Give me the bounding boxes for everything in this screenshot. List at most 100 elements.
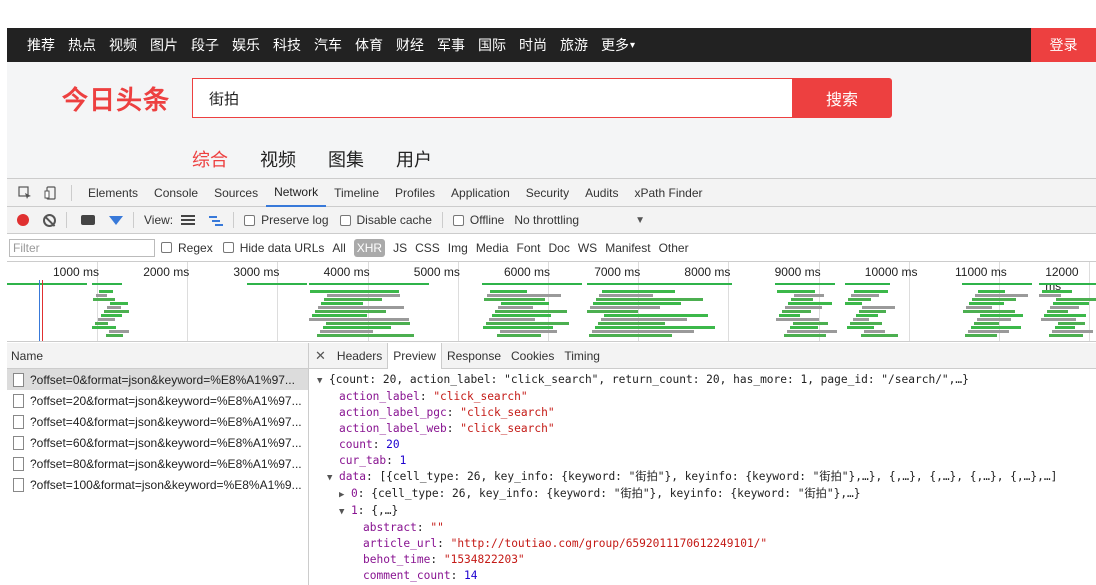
expanded-triangle-icon[interactable]: ▼ (317, 373, 329, 389)
table-row[interactable]: ?offset=80&format=json&keyword=%E8%A1%97… (7, 453, 308, 474)
json-row-item-1[interactable]: ▼ 1: {,…} (309, 503, 1096, 520)
type-filter-all[interactable]: All (332, 241, 345, 255)
record-icon[interactable] (17, 214, 29, 226)
device-toggle-icon[interactable] (43, 185, 59, 201)
expanded-triangle-icon[interactable]: ▼ (327, 470, 339, 486)
login-button[interactable]: 登录 (1031, 28, 1096, 62)
top-nav-item[interactable]: 时尚 (519, 35, 547, 55)
type-filter-doc[interactable]: Doc (549, 241, 570, 255)
list-view-icon[interactable] (181, 215, 196, 225)
devtools-tab-console[interactable]: Console (146, 179, 206, 207)
type-filter-ws[interactable]: WS (578, 241, 597, 255)
request-name: ?offset=60&format=json&keyword=%E8%A1%97… (30, 435, 302, 450)
clear-icon[interactable] (43, 213, 56, 227)
type-filter-js[interactable]: JS (393, 241, 407, 255)
type-filter-manifest[interactable]: Manifest (605, 241, 650, 255)
devtools-tab-audits[interactable]: Audits (577, 179, 626, 207)
detail-tab-headers[interactable]: Headers (332, 343, 387, 369)
table-row[interactable]: ?offset=100&format=json&keyword=%E8%A1%9… (7, 474, 308, 495)
top-nav-item[interactable]: 国际 (478, 35, 506, 55)
type-filter-font[interactable]: Font (517, 241, 541, 255)
devtools-tab-security[interactable]: Security (518, 179, 577, 207)
detail-tab-list: Headers Preview Response Cookies Timing (332, 342, 605, 369)
tab-comprehensive[interactable]: 综合 (192, 146, 228, 172)
type-filter-css[interactable]: CSS (415, 241, 440, 255)
top-nav-item[interactable]: 体育 (355, 35, 383, 55)
timeline-request-bar (98, 318, 116, 321)
search-button[interactable]: 搜索 (792, 78, 892, 118)
devtools-tab-xpath-finder[interactable]: xPath Finder (626, 179, 710, 207)
logo[interactable]: 今日头条 (62, 80, 170, 117)
regex-checkbox[interactable]: Regex (161, 241, 213, 255)
expanded-triangle-icon[interactable]: ▼ (339, 504, 351, 520)
detail-tab-timing[interactable]: Timing (559, 343, 605, 369)
top-nav-item[interactable]: 汽车 (314, 35, 342, 55)
timeline-request-bar (321, 302, 363, 305)
json-root-row[interactable]: ▼ {count: 20, action_label: "click_search… (309, 372, 1096, 389)
top-nav-item[interactable]: 图片 (150, 35, 178, 55)
devtools-tab-sources[interactable]: Sources (206, 179, 266, 207)
top-nav-item[interactable]: 娱乐 (232, 35, 260, 55)
tab-gallery[interactable]: 图集 (328, 146, 364, 172)
devtools-tab-application[interactable]: Application (443, 179, 518, 207)
top-nav-item[interactable]: 推荐 (27, 35, 55, 55)
filter-input[interactable]: Filter (9, 238, 155, 257)
timeline-request-bar (965, 334, 998, 337)
type-filter-xhr[interactable]: XHR (353, 238, 386, 257)
hide-data-urls-checkbox[interactable]: Hide data URLs (222, 241, 324, 255)
network-overview-timeline[interactable]: 1000 ms 2000 ms 3000 ms 4000 ms 5000 ms 6000 … (7, 262, 1096, 342)
request-name: ?offset=0&format=json&keyword=%E8%A1%97.… (30, 372, 295, 387)
json-row: article_url: "http://toutiao.com/group/6… (363, 537, 768, 550)
collapsed-triangle-icon[interactable]: ▶ (339, 487, 351, 503)
json-key: count (339, 438, 373, 451)
detail-tab-preview[interactable]: Preview (387, 342, 442, 369)
table-row[interactable]: ?offset=20&format=json&keyword=%E8%A1%97… (7, 390, 308, 411)
type-filter-img[interactable]: Img (448, 241, 468, 255)
type-filter-media[interactable]: Media (476, 241, 509, 255)
top-nav-item[interactable]: 旅游 (560, 35, 588, 55)
offline-checkbox[interactable]: Offline (452, 213, 504, 227)
inspect-icon[interactable] (17, 185, 33, 201)
request-rows: ?offset=0&format=json&keyword=%E8%A1%97.… (7, 369, 308, 495)
devtools-tab-elements[interactable]: Elements (80, 179, 146, 207)
filter-icon[interactable] (109, 215, 123, 225)
top-nav-item[interactable]: 热点 (68, 35, 96, 55)
detail-tab-cookies[interactable]: Cookies (506, 343, 559, 369)
top-nav-item[interactable]: 视频 (109, 35, 137, 55)
disable-cache-checkbox[interactable]: Disable cache (339, 213, 432, 227)
top-nav-item[interactable]: 科技 (273, 35, 301, 55)
timeline-request-bar (777, 290, 815, 293)
top-nav-item[interactable]: 军事 (437, 35, 465, 55)
json-row-item-0[interactable]: ▶ 0: {cell_type: 26, key_info: {keyword: … (309, 486, 1096, 503)
top-nav-item[interactable]: 更多 (601, 35, 629, 55)
close-icon[interactable]: ✕ (309, 348, 332, 364)
json-row-data[interactable]: ▼ data: [{cell_type: 26, key_info: {keywo… (309, 469, 1096, 486)
timeline-request-bar (589, 334, 672, 337)
detail-tab-response[interactable]: Response (442, 343, 506, 369)
table-row[interactable]: ?offset=60&format=json&keyword=%E8%A1%97… (7, 432, 308, 453)
waterfall-view-icon[interactable] (209, 215, 224, 226)
top-nav-item[interactable]: 财经 (396, 35, 424, 55)
top-nav-item[interactable]: 段子 (191, 35, 219, 55)
camera-icon[interactable] (81, 215, 95, 225)
timeline-request-bar (779, 314, 800, 317)
search-input[interactable]: 街拍 (192, 78, 792, 118)
preserve-log-checkbox[interactable]: Preserve log (244, 213, 329, 227)
devtools-tab-timeline[interactable]: Timeline (326, 179, 387, 207)
name-column-header[interactable]: Name (7, 343, 308, 369)
devtools-tab-network[interactable]: Network (266, 179, 327, 207)
table-row[interactable]: ?offset=0&format=json&keyword=%E8%A1%97.… (7, 369, 308, 390)
json-key: data (339, 470, 366, 483)
timeline-request-bar (489, 318, 535, 321)
regex-label: Regex (178, 240, 213, 255)
timeline-request-bar (92, 326, 117, 329)
tab-users[interactable]: 用户 (396, 146, 432, 172)
type-filter-other[interactable]: Other (659, 241, 689, 255)
tab-video[interactable]: 视频 (260, 146, 296, 172)
table-row[interactable]: ?offset=40&format=json&keyword=%E8%A1%97… (7, 411, 308, 432)
throttling-select[interactable]: No throttling ▼ (514, 213, 645, 227)
devtools-tab-profiles[interactable]: Profiles (387, 179, 443, 207)
load-event-marker (42, 280, 43, 341)
json-key: cur_tab (339, 454, 387, 467)
timeline-request-bar (247, 283, 307, 285)
